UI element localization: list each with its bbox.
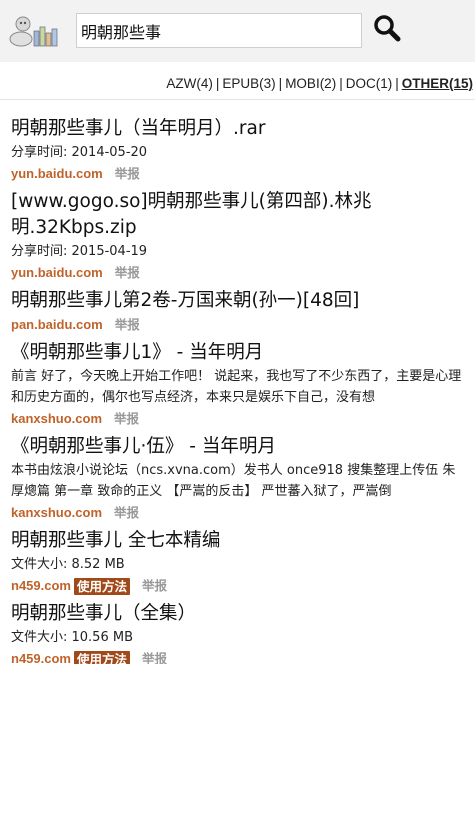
result-source: n459.com [11,651,71,664]
result-source: kanxshuo.com [11,411,103,426]
filter-link-azw[interactable]: AZW(4) [166,76,213,91]
result-title[interactable]: [www.gogo.so]明朝那些事儿(第四部).林兆明.32Kbps.zip [11,189,466,241]
result-footer: yun.baidu.com 举报 [11,163,466,185]
divider [0,99,475,100]
report-link[interactable]: 举报 [114,408,139,430]
filter-separator: | [395,76,399,91]
result-title[interactable]: 明朝那些事儿（当年明月）.rar [11,116,466,142]
filter-link-doc[interactable]: DOC(1) [346,76,393,91]
format-filters: AZW(4) | EPUB(3) | MOBI(2) | DOC(1) | OTHER(15) [166,76,473,91]
result-meta: 分享时间: 2015-04-19 [11,244,148,259]
search-icon [374,15,401,42]
result-footer: yun.baidu.com 举报 [11,262,466,284]
filter-link-epub[interactable]: EPUB(3) [222,76,275,91]
report-link[interactable]: 举报 [142,648,167,664]
search-input[interactable] [76,13,362,48]
result-meta: 文件大小: 8.52 MB [11,557,125,572]
filter-separator: | [215,76,220,91]
result-title[interactable]: 明朝那些事儿第2卷-万国来朝(孙一)[48回] [11,288,466,314]
filter-link-mobi[interactable]: MOBI(2) [285,76,336,91]
result-title[interactable]: 《明朝那些事儿1》 - 当年明月 [11,340,466,366]
report-link[interactable]: 举报 [115,163,140,185]
result-footer: kanxshuo.com 举报 [11,408,466,430]
result-source: pan.baidu.com [11,317,103,332]
result-item: 《明朝那些事儿·伍》 - 当年明月本书由炫浪小说论坛（ncs.xvna.com）… [11,434,466,524]
site-logo[interactable] [6,14,64,48]
result-footer: pan.baidu.com 举报 [11,314,466,336]
filter-separator: | [339,76,343,91]
result-footer: kanxshuo.com 举报 [11,502,466,524]
report-link[interactable]: 举报 [114,502,139,524]
result-source: yun.baidu.com [11,265,103,280]
filter-separator: | [278,76,283,91]
result-item: 明朝那些事儿（当年明月）.rar 分享时间: 2014-05-20 yun.baid… [11,116,466,185]
header-bar [0,0,475,62]
result-title[interactable]: 明朝那些事儿（全集） [11,601,466,627]
result-item: [www.gogo.so]明朝那些事儿(第四部).林兆明.32Kbps.zip 分… [11,189,466,284]
result-item: 明朝那些事儿 全七本精编文件大小: 8.52 MB n459.com 使用方法 举报 [11,528,466,597]
report-link[interactable]: 举报 [142,575,167,597]
search-button[interactable] [370,11,404,45]
result-snippet: 前言 好了，今天晚上开始工作吧！ 说起来，我也写了不少东西了，主要是心理和历史方… [11,369,462,405]
result-source: kanxshuo.com [11,505,103,520]
result-footer: n459.com 使用方法 举报 [11,575,466,597]
result-source: n459.com [11,578,71,593]
report-link[interactable]: 举报 [115,262,140,284]
result-snippet: 本书由炫浪小说论坛（ncs.xvna.com）发书人 once918 搜集整理上… [11,463,456,499]
result-footer: n459.com 使用方法 举报 [11,648,466,664]
howto-badge[interactable]: 使用方法 [73,650,130,664]
result-source: yun.baidu.com [11,166,103,181]
report-link[interactable]: 举报 [115,314,140,336]
result-meta: 文件大小: 10.56 MB [11,630,133,645]
result-meta: 分享时间: 2014-05-20 [11,145,148,160]
howto-badge[interactable]: 使用方法 [73,577,130,595]
result-item: 明朝那些事儿（全集） 文件大小: 10.56 MB n459.com 使用方法 举报 [11,601,466,664]
result-item: 《明朝那些事儿1》 - 当年明月前言 好了，今天晚上开始工作吧！ 说起来，我也写… [11,340,466,430]
filter-link-other[interactable]: OTHER(15) [402,76,473,91]
result-item: 明朝那些事儿第2卷-万国来朝(孙一)[48回] pan.baidu.com 举报 [11,288,466,336]
result-title[interactable]: 《明朝那些事儿·伍》 - 当年明月 [11,434,466,460]
results-list: 明朝那些事儿（当年明月）.rar 分享时间: 2014-05-20 yun.baid… [11,116,466,664]
result-title[interactable]: 明朝那些事儿 全七本精编 [11,528,466,554]
